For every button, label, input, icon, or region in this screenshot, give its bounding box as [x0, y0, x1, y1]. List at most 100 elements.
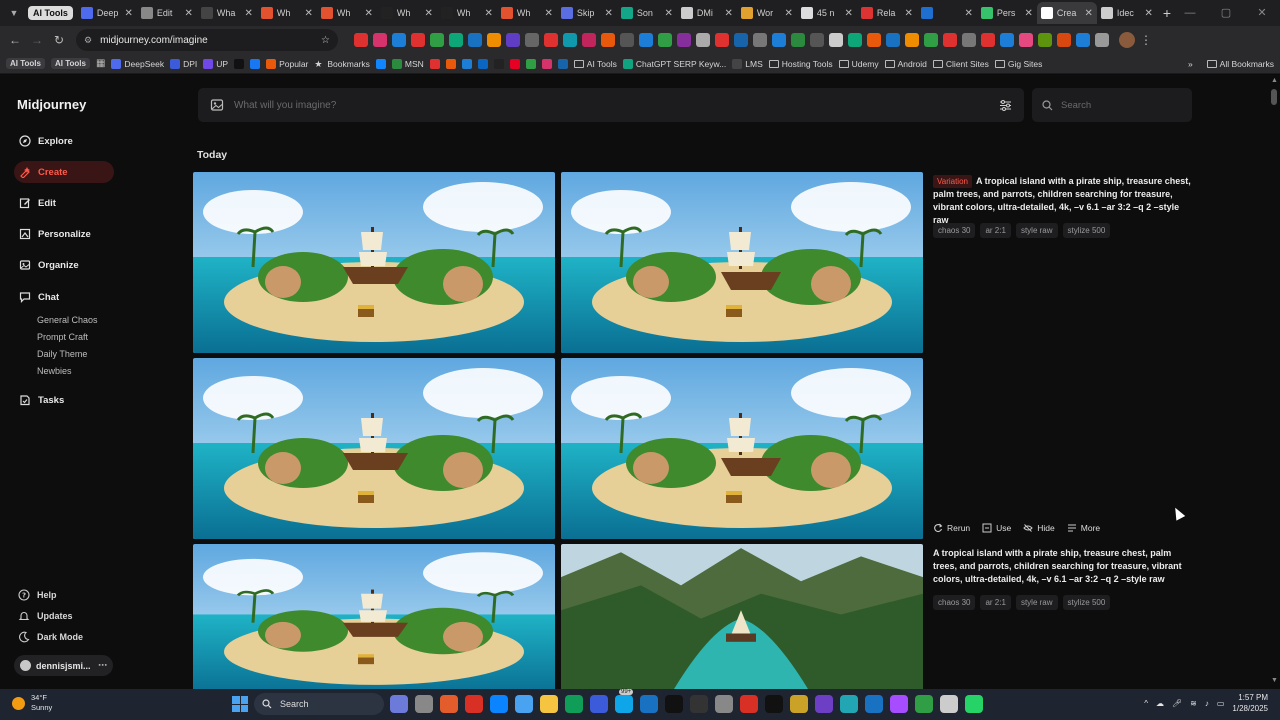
taskbar-app-icon[interactable]: [915, 695, 933, 713]
close-tab-icon[interactable]: ✕: [964, 8, 972, 19]
taskbar-app-icon[interactable]: [540, 695, 558, 713]
bookmark-item[interactable]: [509, 58, 520, 69]
extension-icon[interactable]: [962, 33, 976, 47]
close-tab-icon[interactable]: ✕: [304, 8, 312, 19]
updates-link[interactable]: Updates: [18, 610, 73, 622]
scroll-down-icon[interactable]: ▼: [1271, 677, 1278, 684]
site-info-icon[interactable]: ⚙: [84, 35, 92, 46]
bookmark-item[interactable]: DeepSeek: [111, 58, 164, 69]
close-tab-icon[interactable]: ✕: [604, 8, 612, 19]
browser-tab[interactable]: Rela ✕: [857, 2, 917, 24]
url-text[interactable]: midjourney.com/imagine: [100, 35, 313, 46]
taskbar-app-icon[interactable]: [515, 695, 533, 713]
extension-icon[interactable]: [411, 33, 425, 47]
extension-icon[interactable]: [981, 33, 995, 47]
extension-icon[interactable]: [753, 33, 767, 47]
extension-icon[interactable]: [430, 33, 444, 47]
taskbar-app-icon[interactable]: [490, 695, 508, 713]
bookmark-item[interactable]: [461, 58, 472, 69]
bookmark-item[interactable]: LMS: [732, 58, 763, 69]
imagine-prompt-bar[interactable]: What will you imagine?: [198, 88, 1024, 122]
extension-icon[interactable]: [791, 33, 805, 47]
nav-organize[interactable]: Organize: [14, 254, 114, 276]
taskbar-app-icon[interactable]: [765, 695, 783, 713]
close-tab-icon[interactable]: ✕: [784, 8, 792, 19]
extension-icon[interactable]: [677, 33, 691, 47]
job-prompt[interactable]: A tropical island with a pirate ship, tr…: [933, 547, 1195, 586]
extension-icon[interactable]: [373, 33, 387, 47]
chat-room-newbies[interactable]: Newbies: [37, 366, 72, 376]
generated-image[interactable]: [561, 358, 923, 539]
browser-tab[interactable]: Skip ✕: [557, 2, 617, 24]
extension-icon[interactable]: [696, 33, 710, 47]
browser-tab[interactable]: Wh ✕: [437, 2, 497, 24]
chat-room-prompt-craft[interactable]: Prompt Craft: [37, 332, 88, 342]
close-tab-icon[interactable]: ✕: [904, 8, 912, 19]
bookmark-item[interactable]: ★ Bookmarks: [314, 59, 370, 69]
battery-icon[interactable]: ▭: [1217, 699, 1225, 708]
wifi-icon[interactable]: ≋: [1190, 699, 1197, 708]
generated-image[interactable]: [193, 172, 555, 353]
extension-icon[interactable]: [620, 33, 634, 47]
maximize-icon[interactable]: ▢: [1208, 0, 1244, 26]
brand-logo[interactable]: Midjourney: [17, 97, 86, 112]
close-tab-icon[interactable]: ✕: [1024, 8, 1032, 19]
browser-tab[interactable]: Son ✕: [617, 2, 677, 24]
bookmark-item[interactable]: [557, 58, 568, 69]
nav-edit[interactable]: Edit: [14, 192, 114, 214]
extension-icon[interactable]: [639, 33, 653, 47]
extension-icon[interactable]: [658, 33, 672, 47]
bookmark-item[interactable]: [250, 58, 261, 69]
taskbar-app-icon[interactable]: [790, 695, 808, 713]
nav-create[interactable]: Create: [14, 161, 114, 183]
bookmark-item[interactable]: [429, 58, 440, 69]
bookmark-item[interactable]: [234, 58, 245, 69]
more-dots-icon[interactable]: ⋯: [98, 660, 107, 671]
bookmark-item[interactable]: [375, 58, 386, 69]
extension-icon[interactable]: [468, 33, 482, 47]
close-tab-icon[interactable]: ✕: [424, 8, 432, 19]
windows-start-icon[interactable]: [232, 696, 248, 712]
browser-tab[interactable]: Wh ✕: [257, 2, 317, 24]
bookmark-item[interactable]: [493, 58, 504, 69]
use-button[interactable]: Use: [982, 523, 1011, 533]
prompt-input[interactable]: What will you imagine?: [234, 100, 989, 111]
settings-sliders-icon[interactable]: [999, 99, 1012, 112]
extension-icon[interactable]: [506, 33, 520, 47]
taskbar-app-icon[interactable]: 99+: [615, 689, 634, 713]
browser-tab[interactable]: Wh ✕: [317, 2, 377, 24]
more-button[interactable]: More: [1067, 523, 1100, 533]
browser-tab[interactable]: Edit ✕: [137, 2, 197, 24]
taskbar-app-icon[interactable]: [415, 695, 433, 713]
taskbar-app-icon[interactable]: [890, 695, 908, 713]
close-tab-icon[interactable]: ✕: [724, 8, 732, 19]
extension-icon[interactable]: [1019, 33, 1033, 47]
taskbar-app-icon[interactable]: [815, 695, 833, 713]
close-tab-icon[interactable]: ✕: [1084, 8, 1092, 19]
taskbar-app-icon[interactable]: [640, 695, 658, 713]
generated-image[interactable]: [561, 172, 923, 353]
taskbar-app-icon[interactable]: [965, 695, 983, 713]
dark-mode-toggle[interactable]: Dark Mode: [18, 631, 83, 643]
cloud-icon[interactable]: ☁: [1156, 699, 1164, 708]
taskbar-app-icon[interactable]: [940, 695, 958, 713]
user-menu[interactable]: dennisjsmi... ⋯: [14, 655, 113, 676]
extension-icon[interactable]: [867, 33, 881, 47]
taskbar-app-icon[interactable]: [665, 695, 683, 713]
extension-icon[interactable]: [1095, 33, 1109, 47]
bookmark-item[interactable]: [525, 58, 536, 69]
bookmark-folder[interactable]: Gig Sites: [994, 59, 1042, 69]
extension-icon[interactable]: [734, 33, 748, 47]
bookmark-item[interactable]: Popular: [266, 58, 308, 69]
close-tab-icon[interactable]: ✕: [244, 8, 252, 19]
extension-icon[interactable]: [354, 33, 368, 47]
extension-icon[interactable]: [924, 33, 938, 47]
extension-icon[interactable]: [1038, 33, 1052, 47]
bookmark-folder[interactable]: Udemy: [838, 59, 879, 69]
taskbar-app-icon[interactable]: [440, 695, 458, 713]
bookmark-star-icon[interactable]: ☆: [321, 35, 330, 46]
minimize-icon[interactable]: —: [1172, 0, 1208, 26]
forward-icon[interactable]: →: [26, 29, 48, 51]
browser-tab[interactable]: Wor ✕: [737, 2, 797, 24]
extension-icon[interactable]: [886, 33, 900, 47]
